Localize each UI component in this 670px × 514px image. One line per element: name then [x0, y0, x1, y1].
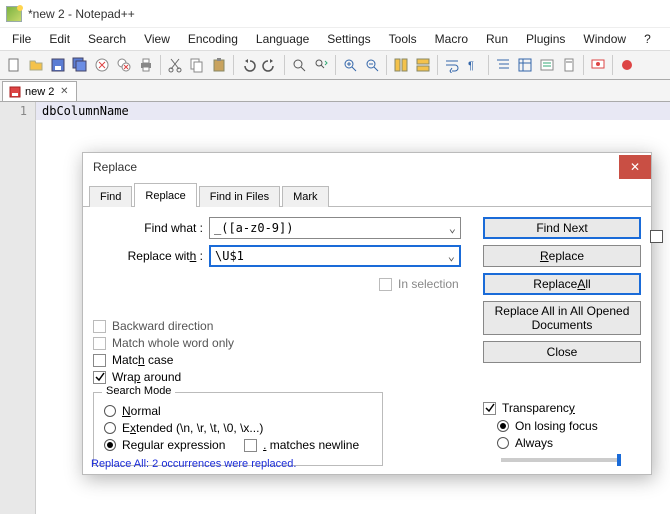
wordwrap-icon[interactable]: [442, 55, 462, 75]
print-icon[interactable]: [136, 55, 156, 75]
undo-icon[interactable]: [238, 55, 258, 75]
sync-h-icon[interactable]: [413, 55, 433, 75]
tab-replace[interactable]: Replace: [134, 183, 196, 207]
window-titlebar: *new 2 - Notepad++: [0, 0, 670, 28]
transparency-group: Transparency On losing focus Always: [483, 401, 641, 464]
in-selection-checkbox: [379, 278, 392, 291]
close-all-icon[interactable]: [114, 55, 134, 75]
find-icon[interactable]: [289, 55, 309, 75]
search-mode-regex[interactable]: Regular expression . matches newline: [104, 438, 372, 452]
toolbar: ¶: [0, 50, 670, 80]
cut-icon[interactable]: [165, 55, 185, 75]
tab-findinfiles[interactable]: Find in Files: [199, 186, 280, 207]
transparency-onlosing[interactable]: On losing focus: [497, 419, 641, 433]
replace-dialog: Replace ✕ Find Replace Find in Files Mar…: [82, 152, 652, 475]
menu-file[interactable]: File: [4, 30, 39, 48]
transparency-checkbox[interactable]: [483, 402, 496, 415]
find-next-direction-checkbox[interactable]: [650, 230, 663, 243]
search-mode-normal[interactable]: Normal: [104, 404, 372, 418]
menu-settings[interactable]: Settings: [319, 30, 378, 48]
in-selection-label: In selection: [398, 277, 459, 291]
svg-text:¶: ¶: [468, 60, 474, 72]
function-list-icon[interactable]: [537, 55, 557, 75]
copy-icon[interactable]: [187, 55, 207, 75]
find-next-button[interactable]: Find Next: [483, 217, 641, 239]
unsaved-icon: [9, 86, 21, 98]
chevron-down-icon[interactable]: ⌄: [449, 221, 456, 235]
menu-language[interactable]: Language: [248, 30, 317, 48]
transparency-always[interactable]: Always: [497, 436, 641, 450]
file-tab-label: new 2: [25, 86, 54, 98]
find-what-label: Find what :: [93, 221, 203, 235]
paste-icon[interactable]: [209, 55, 229, 75]
menu-tools[interactable]: Tools: [381, 30, 425, 48]
dialog-tabs: Find Replace Find in Files Mark: [83, 181, 651, 207]
search-mode-group: Search Mode Normal Extended (\n, \r, \t,…: [93, 392, 383, 466]
menu-view[interactable]: View: [136, 30, 178, 48]
in-selection-option: In selection: [379, 277, 459, 291]
search-mode-legend: Search Mode: [102, 385, 175, 397]
dialog-titlebar: Replace ✕: [83, 153, 651, 181]
show-all-chars-icon[interactable]: ¶: [464, 55, 484, 75]
menu-run[interactable]: Run: [478, 30, 516, 48]
menubar: File Edit Search View Encoding Language …: [0, 28, 670, 50]
doc-map-icon[interactable]: [559, 55, 579, 75]
open-file-icon[interactable]: [26, 55, 46, 75]
file-tabstrip: new 2 ✕: [0, 80, 670, 102]
backward-checkbox: [93, 320, 106, 333]
menu-encoding[interactable]: Encoding: [180, 30, 246, 48]
match-case-checkbox[interactable]: [93, 354, 106, 367]
file-tab[interactable]: new 2 ✕: [2, 81, 77, 101]
line-gutter: 1: [0, 102, 36, 514]
sync-v-icon[interactable]: [391, 55, 411, 75]
save-icon[interactable]: [48, 55, 68, 75]
menu-search[interactable]: Search: [80, 30, 134, 48]
replace-button[interactable]: Replace: [483, 245, 641, 267]
wrap-around-checkbox[interactable]: [93, 371, 106, 384]
app-icon: [6, 6, 22, 22]
dialog-status: Replace All: 2 occurrences were replaced…: [91, 458, 296, 470]
menu-plugins[interactable]: Plugins: [518, 30, 573, 48]
dot-newline-checkbox[interactable]: [244, 439, 257, 452]
close-button[interactable]: Close: [483, 341, 641, 363]
replace-all-opened-button[interactable]: Replace All in All Opened Documents: [483, 301, 641, 335]
tab-find[interactable]: Find: [89, 186, 132, 207]
code-line: dbColumnName: [36, 102, 670, 120]
replace-with-value: \U$1: [215, 249, 448, 263]
transparency-slider[interactable]: [501, 458, 621, 462]
close-file-icon[interactable]: [92, 55, 112, 75]
tab-mark[interactable]: Mark: [282, 186, 328, 207]
menu-help[interactable]: ?: [636, 30, 659, 48]
dialog-title: Replace: [93, 160, 137, 174]
transparency-label: Transparency: [502, 401, 575, 415]
chevron-down-icon[interactable]: ⌄: [448, 249, 455, 263]
save-all-icon[interactable]: [70, 55, 90, 75]
redo-icon[interactable]: [260, 55, 280, 75]
whole-word-checkbox: [93, 337, 106, 350]
line-number: 1: [0, 104, 27, 118]
replace-with-input[interactable]: \U$1 ⌄: [209, 245, 461, 267]
monitor-file-icon[interactable]: [588, 55, 608, 75]
indent-guide-icon[interactable]: [493, 55, 513, 75]
menu-window[interactable]: Window: [575, 30, 634, 48]
menu-macro[interactable]: Macro: [427, 30, 476, 48]
find-what-value: _([a-z0-9]): [214, 221, 449, 235]
replace-icon[interactable]: [311, 55, 331, 75]
replace-all-button[interactable]: Replace All: [483, 273, 641, 295]
replace-with-label: Replace with :: [93, 249, 203, 263]
window-title: *new 2 - Notepad++: [28, 7, 135, 21]
zoom-out-icon[interactable]: [362, 55, 382, 75]
find-what-input[interactable]: _([a-z0-9]) ⌄: [209, 217, 461, 239]
new-file-icon[interactable]: [4, 55, 24, 75]
wrap-around-option[interactable]: Wrap around: [93, 370, 641, 384]
folder-as-ws-icon[interactable]: [515, 55, 535, 75]
search-mode-extended[interactable]: Extended (\n, \r, \t, \0, \x...): [104, 421, 372, 435]
record-macro-icon[interactable]: [617, 55, 637, 75]
menu-edit[interactable]: Edit: [41, 30, 78, 48]
close-tab-icon[interactable]: ✕: [58, 86, 70, 98]
zoom-in-icon[interactable]: [340, 55, 360, 75]
dialog-close-button[interactable]: ✕: [619, 155, 651, 179]
